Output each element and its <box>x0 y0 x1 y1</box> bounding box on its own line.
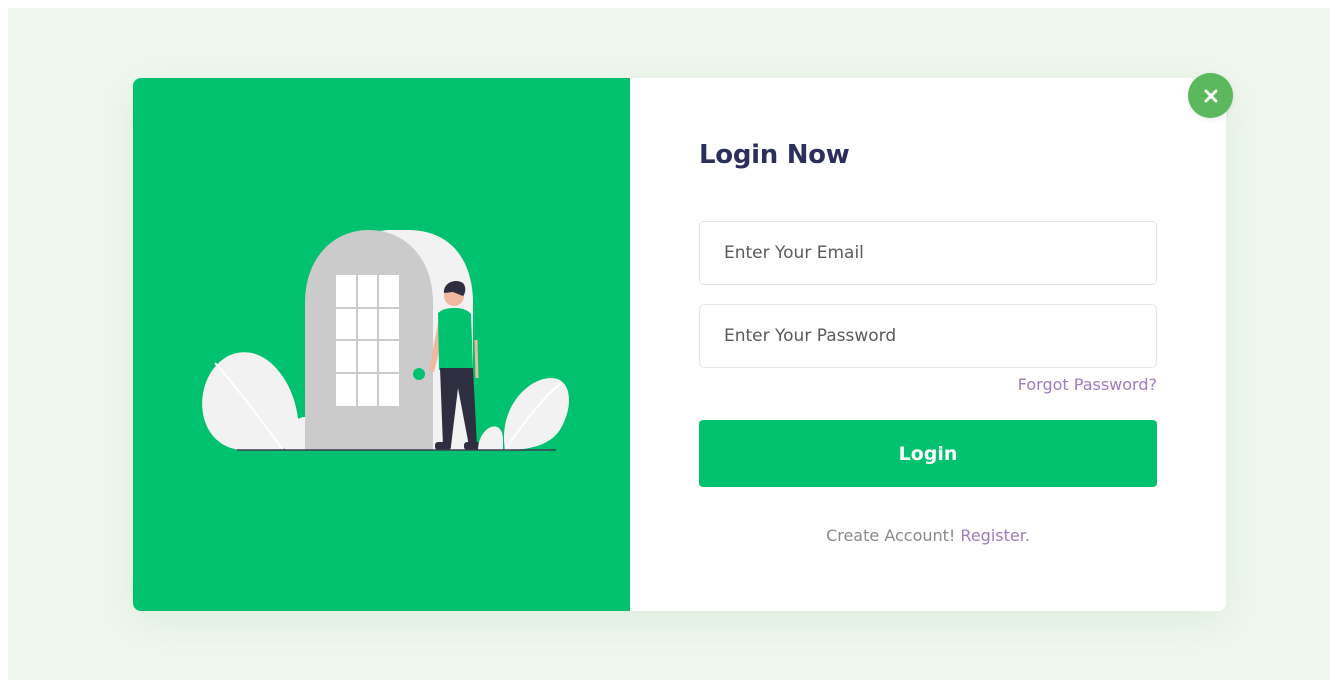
right-leaf-shape <box>503 378 570 450</box>
login-form-panel: Login Now Forgot Password? Login Create … <box>630 78 1226 611</box>
register-line: Create Account! Register. <box>699 526 1157 545</box>
close-button[interactable] <box>1188 73 1233 118</box>
login-modal: Login Now Forgot Password? Login Create … <box>133 78 1226 611</box>
login-button[interactable]: Login <box>699 420 1157 487</box>
person-shirt <box>438 307 473 370</box>
door-person-illustration <box>202 230 570 451</box>
password-input[interactable] <box>699 304 1157 368</box>
person-cane <box>474 339 479 379</box>
door-knob <box>413 368 425 380</box>
form-title: Login Now <box>699 140 850 170</box>
illustration-panel <box>133 78 630 611</box>
forgot-password-link[interactable]: Forgot Password? <box>1018 375 1157 394</box>
register-link[interactable]: Register. <box>960 526 1030 545</box>
person-shoe-left <box>435 442 451 450</box>
left-leaf-shape <box>202 352 300 451</box>
create-account-text: Create Account! <box>826 526 956 545</box>
person-shoe-right <box>464 442 480 450</box>
email-input[interactable] <box>699 221 1157 285</box>
right-bush-shape <box>478 426 503 450</box>
close-icon <box>1204 89 1217 102</box>
